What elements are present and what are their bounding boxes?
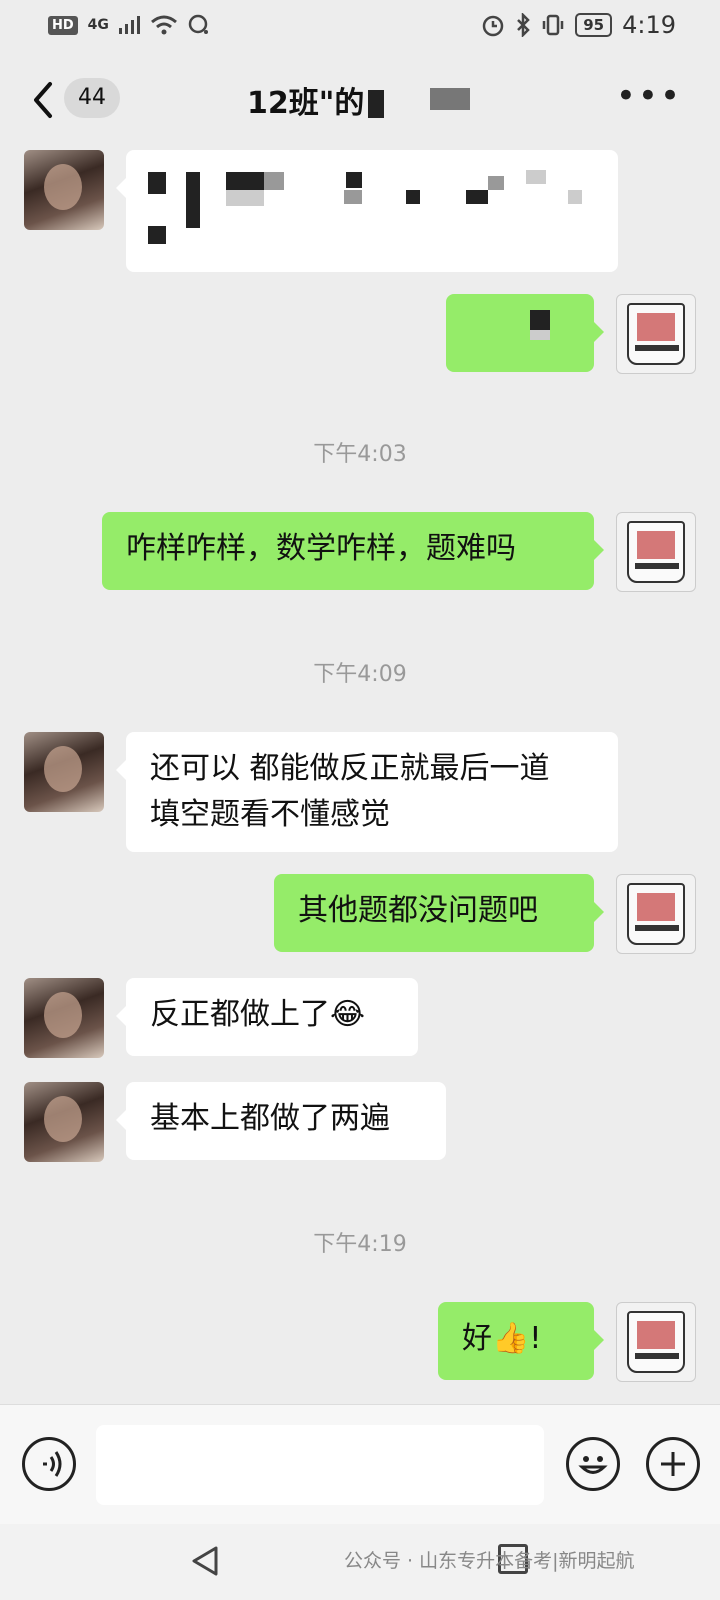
redacted-title-block: [430, 88, 470, 110]
system-nav-bar: 公众号 · 山东专升本备考|新明起航: [0, 1524, 720, 1600]
redaction-block: [226, 172, 264, 190]
voice-icon[interactable]: [22, 1437, 76, 1491]
message-input[interactable]: [96, 1425, 544, 1505]
chat-header: 44 12班"的 •••: [0, 60, 720, 140]
triangle-back-icon[interactable]: [188, 1544, 222, 1578]
message-bubble[interactable]: 其他题都没问题吧: [274, 874, 604, 952]
message-bubble-redacted[interactable]: [446, 294, 604, 372]
redaction-block: [466, 190, 488, 204]
redaction-block: [346, 172, 362, 188]
status-right: 95 4:19: [481, 11, 676, 39]
avatar[interactable]: [616, 512, 696, 592]
message-bubble[interactable]: 还可以 都能做反正就最后一道 填空题看不懂感觉: [116, 732, 618, 852]
clock: 4:19: [622, 11, 676, 39]
network-label: 4G: [87, 17, 109, 33]
message-text: 反正都做上了: [150, 997, 330, 1032]
message-bubble[interactable]: 反正都做上了😂: [116, 978, 418, 1056]
redaction-block: [344, 190, 362, 204]
chat-title[interactable]: 12班"的: [247, 78, 364, 122]
avatar[interactable]: [24, 1082, 104, 1162]
message-bubble[interactable]: 咋样咋样，数学咋样，题难吗: [102, 512, 604, 590]
avatar[interactable]: [24, 732, 104, 812]
vibrate-icon: [542, 14, 564, 36]
smiley-icon[interactable]: [566, 1437, 620, 1491]
avatar[interactable]: [616, 874, 696, 954]
redaction-block: [568, 190, 582, 204]
redaction-block: [186, 172, 200, 228]
alarm-icon: [482, 15, 504, 37]
laugh-emoji-icon: 😂: [330, 997, 366, 1032]
redaction-block: [530, 330, 550, 340]
status-bar: HD 4G 95 4:19: [0, 0, 720, 50]
input-bar: [0, 1404, 720, 1524]
message-text: 好: [462, 1321, 492, 1356]
redacted-title-block: [368, 90, 384, 118]
hd-badge: HD: [48, 15, 78, 35]
avatar[interactable]: [616, 1302, 696, 1382]
chat-bubble-icon: [188, 14, 208, 34]
avatar[interactable]: [24, 978, 104, 1058]
redaction-block: [526, 170, 546, 184]
wifi-icon: [150, 15, 177, 35]
message-bubble-redacted[interactable]: [116, 150, 618, 272]
signal-icon: [118, 16, 140, 34]
timestamp: 下午4:03: [313, 442, 407, 467]
redaction-block: [148, 226, 166, 244]
message-bubble[interactable]: 基本上都做了两遍: [116, 1082, 446, 1160]
thumbs-up-emoji-icon: 👍: [492, 1321, 530, 1356]
unread-count-badge[interactable]: 44: [64, 78, 120, 118]
exclaim-text: !: [529, 1321, 542, 1356]
battery-level: 95: [575, 13, 613, 37]
plus-icon[interactable]: [646, 1437, 700, 1491]
timestamp: 下午4:09: [313, 662, 407, 687]
avatar[interactable]: [616, 294, 696, 374]
back-icon[interactable]: [28, 78, 58, 122]
avatar[interactable]: [24, 150, 104, 230]
redaction-block: [406, 190, 420, 204]
status-left: HD 4G: [48, 14, 211, 36]
redaction-block: [148, 172, 166, 194]
bluetooth-icon: [517, 13, 530, 37]
redaction-block: [264, 172, 284, 190]
redaction-block: [530, 310, 550, 330]
redaction-block: [226, 190, 264, 206]
timestamp: 下午4:19: [313, 1232, 407, 1257]
message-bubble[interactable]: 好👍!: [438, 1302, 604, 1380]
redaction-block: [488, 176, 504, 190]
more-icon[interactable]: •••: [616, 79, 682, 113]
watermark-text: 公众号 · 山东专升本备考|新明起航: [344, 1550, 635, 1572]
